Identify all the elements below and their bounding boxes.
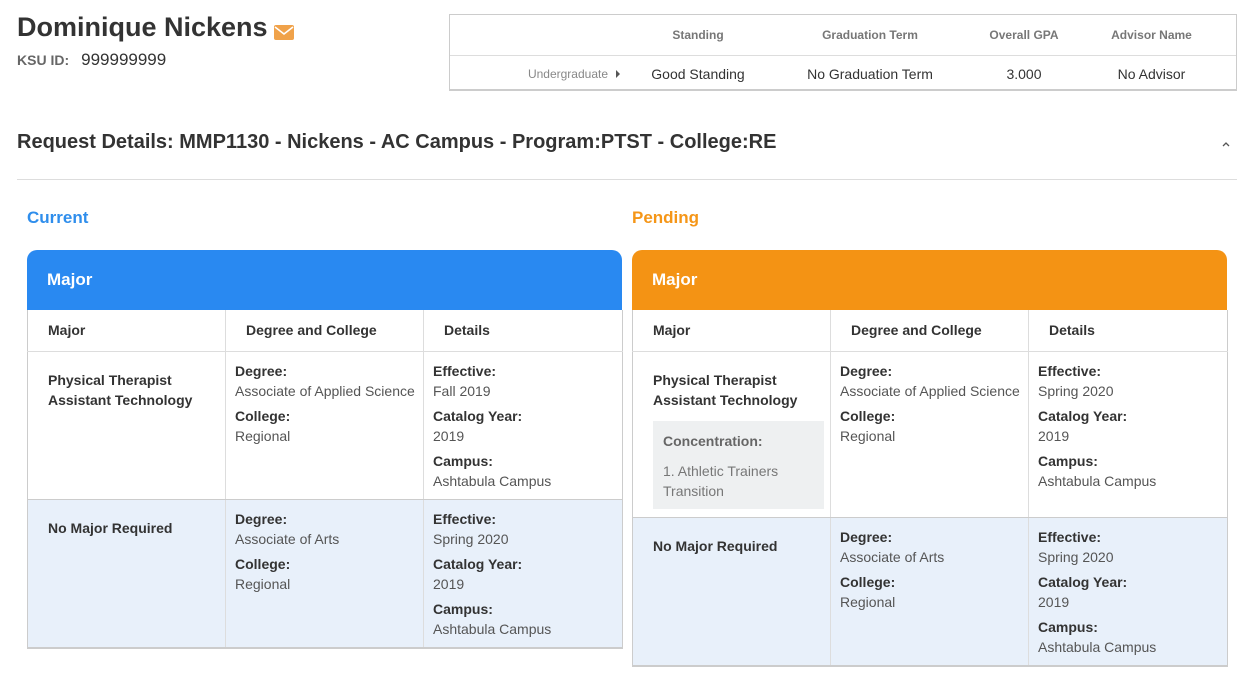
- degree-college-cell: Degree: Associate of Applied Science Col…: [830, 351, 1029, 518]
- campus-value: Ashtabula Campus: [1038, 472, 1157, 489]
- details-cell: Effective: Spring 2020 Catalog Year: 201…: [1028, 351, 1228, 518]
- major-column-header: Major: [27, 310, 226, 352]
- effective-value: Fall 2019: [433, 382, 491, 399]
- major-name: Physical Therapist Assistant Technology: [27, 351, 226, 500]
- college-value: Regional: [840, 427, 896, 444]
- catalog-year-value: 2019: [1038, 427, 1070, 444]
- major-cell: Physical Therapist Assistant Technology …: [632, 351, 831, 518]
- degree-college-cell: Degree: Associate of Arts College: Regio…: [830, 517, 1029, 666]
- degree-value: Associate of Arts: [840, 548, 945, 565]
- major-name: No Major Required: [27, 499, 226, 648]
- campus-value: Ashtabula Campus: [433, 472, 552, 489]
- degree-label: Degree:: [840, 362, 893, 379]
- current-major-table: Major Degree and College Details Physica…: [27, 310, 623, 649]
- table-row: Physical Therapist Assistant Technology …: [632, 351, 1228, 518]
- summary-header-row: Standing Graduation Term Overall GPA Adv…: [450, 15, 1236, 56]
- summary-value-row: Undergraduate Good Standing No Graduatio…: [450, 56, 1236, 91]
- section-divider: [17, 179, 1237, 180]
- degree-college-cell: Degree: Associate of Arts College: Regio…: [225, 499, 424, 648]
- college-value: Regional: [235, 575, 291, 592]
- catalog-year-label: Catalog Year:: [433, 555, 523, 572]
- catalog-year-value: 2019: [433, 575, 465, 592]
- degree-college-column-header: Degree and College: [830, 310, 1029, 352]
- level-toggle[interactable]: Undergraduate: [490, 56, 620, 91]
- overall-gpa-value: 3.000: [1006, 65, 1042, 82]
- college-label: College:: [840, 407, 896, 424]
- campus-label: Campus:: [1038, 452, 1098, 469]
- caret-right-icon[interactable]: [616, 69, 620, 78]
- overall-gpa-header: Overall GPA: [989, 28, 1059, 42]
- concentration-box: Concentration: 1. Athletic Trainers Tran…: [653, 420, 824, 509]
- college-value: Regional: [840, 593, 896, 610]
- standing-value: Good Standing: [651, 65, 745, 82]
- degree-label: Degree:: [235, 510, 288, 527]
- advisor-name-header: Advisor Name: [1111, 28, 1192, 42]
- standing-header: Standing: [672, 28, 724, 42]
- current-major-panel: Major Major Degree and College Details P…: [27, 250, 623, 649]
- college-label: College:: [840, 573, 896, 590]
- catalog-year-value: 2019: [433, 427, 465, 444]
- college-label: College:: [235, 407, 291, 424]
- pending-panel-header: Major: [632, 250, 1227, 310]
- college-label: College:: [235, 555, 291, 572]
- table-row: Physical Therapist Assistant Technology …: [27, 351, 623, 500]
- pending-heading: Pending: [632, 208, 700, 227]
- ksu-id-label: KSU ID:: [17, 52, 70, 68]
- campus-value: Ashtabula Campus: [1038, 638, 1157, 655]
- catalog-year-value: 2019: [1038, 593, 1070, 610]
- effective-label: Effective:: [1038, 362, 1102, 379]
- pending-major-panel: Major Major Degree and College Details P…: [632, 250, 1228, 667]
- effective-value: Spring 2020: [1038, 548, 1114, 565]
- catalog-year-label: Catalog Year:: [1038, 573, 1128, 590]
- degree-value: Associate of Arts: [235, 530, 340, 547]
- ksu-id-row: KSU ID: 999999999: [17, 50, 166, 70]
- table-header-row: Major Degree and College Details: [632, 310, 1228, 352]
- degree-label: Degree:: [235, 362, 288, 379]
- major-name: No Major Required: [632, 517, 831, 666]
- college-value: Regional: [235, 427, 291, 444]
- graduation-term-header: Graduation Term: [822, 28, 918, 42]
- degree-label: Degree:: [840, 528, 893, 545]
- degree-value: Associate of Applied Science: [235, 382, 415, 399]
- details-column-header: Details: [1028, 310, 1228, 352]
- concentration-item: 1. Athletic Trainers Transition: [663, 462, 779, 499]
- details-cell: Effective: Fall 2019 Catalog Year: 2019 …: [423, 351, 623, 500]
- details-column-header: Details: [423, 310, 623, 352]
- pending-major-table: Major Degree and College Details Physica…: [632, 310, 1228, 667]
- concentration-label: Concentration:: [663, 432, 763, 449]
- student-name: Dominique Nickens: [17, 12, 268, 42]
- effective-label: Effective:: [433, 510, 497, 527]
- effective-value: Spring 2020: [1038, 382, 1114, 399]
- ksu-id-value: 999999999: [81, 50, 167, 69]
- details-cell: Effective: Spring 2020 Catalog Year: 201…: [423, 499, 623, 648]
- degree-value: Associate of Applied Science: [840, 382, 1020, 399]
- catalog-year-label: Catalog Year:: [1038, 407, 1128, 424]
- campus-label: Campus:: [433, 452, 493, 469]
- table-row: No Major Required Degree: Associate of A…: [632, 517, 1228, 666]
- effective-label: Effective:: [433, 362, 497, 379]
- table-header-row: Major Degree and College Details: [27, 310, 623, 352]
- major-column-header: Major: [632, 310, 831, 352]
- effective-label: Effective:: [1038, 528, 1102, 545]
- student-name-heading: Dominique Nickens: [17, 12, 294, 43]
- envelope-icon[interactable]: [273, 16, 294, 40]
- details-cell: Effective: Spring 2020 Catalog Year: 201…: [1028, 517, 1228, 666]
- catalog-year-label: Catalog Year:: [433, 407, 523, 424]
- student-summary-table: Standing Graduation Term Overall GPA Adv…: [449, 14, 1237, 91]
- effective-value: Spring 2020: [433, 530, 509, 547]
- degree-college-cell: Degree: Associate of Applied Science Col…: [225, 351, 424, 500]
- current-heading: Current: [27, 208, 89, 227]
- table-row: No Major Required Degree: Associate of A…: [27, 499, 623, 648]
- level-label: Undergraduate: [527, 66, 608, 81]
- campus-label: Campus:: [1038, 618, 1098, 635]
- degree-college-column-header: Degree and College: [225, 310, 424, 352]
- campus-value: Ashtabula Campus: [433, 620, 552, 637]
- current-panel-header: Major: [27, 250, 622, 310]
- request-details-title: Request Details: MMP1130 - Nickens - AC …: [17, 131, 777, 153]
- advisor-name-value: No Advisor: [1117, 65, 1186, 82]
- graduation-term-value: No Graduation Term: [807, 65, 933, 82]
- chevron-up-icon[interactable]: [1222, 138, 1230, 150]
- major-name: Physical Therapist Assistant Technology: [653, 371, 798, 408]
- campus-label: Campus:: [433, 600, 493, 617]
